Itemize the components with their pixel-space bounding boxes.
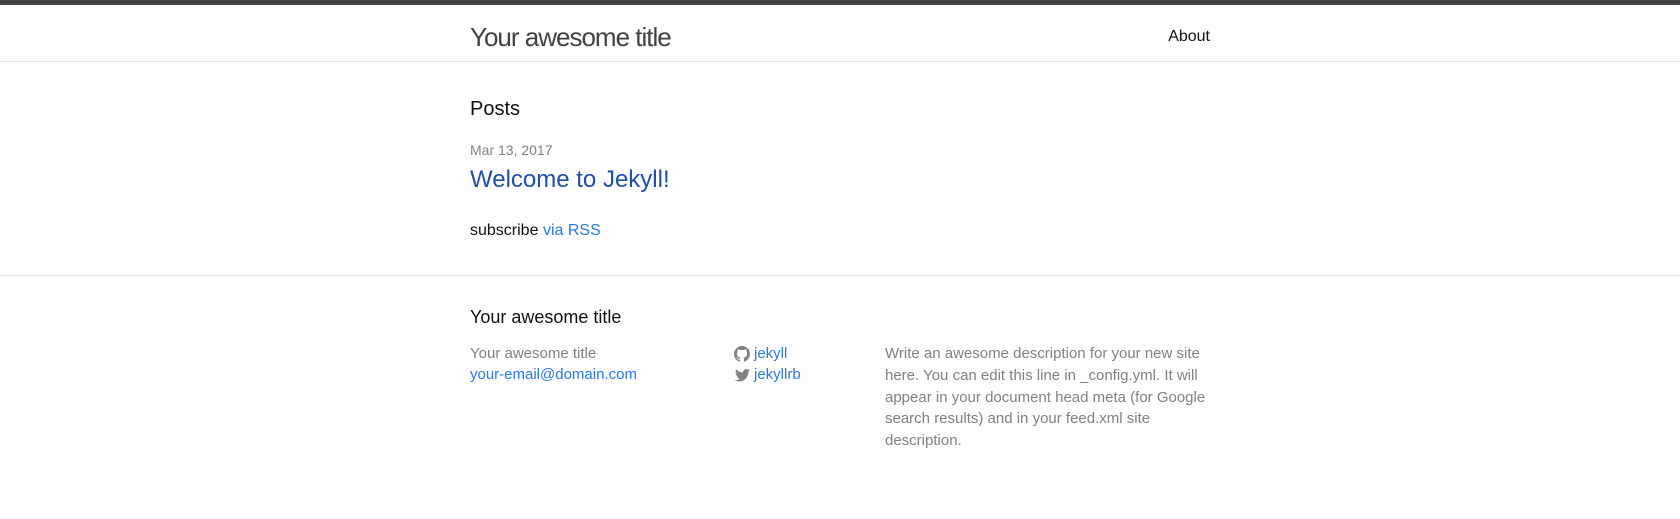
footer-email-link[interactable]: your-email@domain.com [470, 364, 710, 385]
social-github: jekyll [734, 343, 874, 364]
github-icon [734, 345, 750, 362]
twitter-link[interactable]: jekyllrb [754, 364, 801, 385]
page-content: Posts Mar 13, 2017 Welcome to Jekyll! su… [0, 62, 1680, 276]
twitter-icon [734, 368, 750, 381]
github-link[interactable]: jekyll [754, 343, 787, 364]
footer-heading: Your awesome title [470, 307, 622, 327]
site-header: Your awesome title About [0, 5, 1680, 62]
site-footer: Your awesome title Your awesome title yo… [0, 276, 1680, 519]
subscribe-line: subscribe via RSS [470, 219, 601, 243]
footer-social-col: jekyll jekyllrb [734, 343, 874, 385]
subscribe-label: subscribe [470, 222, 539, 239]
site-title-link[interactable]: Your awesome title [470, 17, 672, 57]
footer-description: Write an awesome description for your ne… [885, 345, 1206, 450]
footer-contact-col: Your awesome title your-email@domain.com [470, 343, 710, 385]
post-date: Mar 13, 2017 [470, 142, 553, 158]
nav-about-link[interactable]: About [1168, 28, 1210, 45]
footer-name: Your awesome title [470, 345, 597, 362]
posts-heading: Posts [470, 98, 521, 120]
rss-link[interactable]: via RSS [543, 222, 601, 239]
site-nav: About [1168, 24, 1210, 50]
social-twitter: jekyllrb [734, 364, 874, 385]
post-title-link[interactable]: Welcome to Jekyll! [470, 162, 670, 198]
